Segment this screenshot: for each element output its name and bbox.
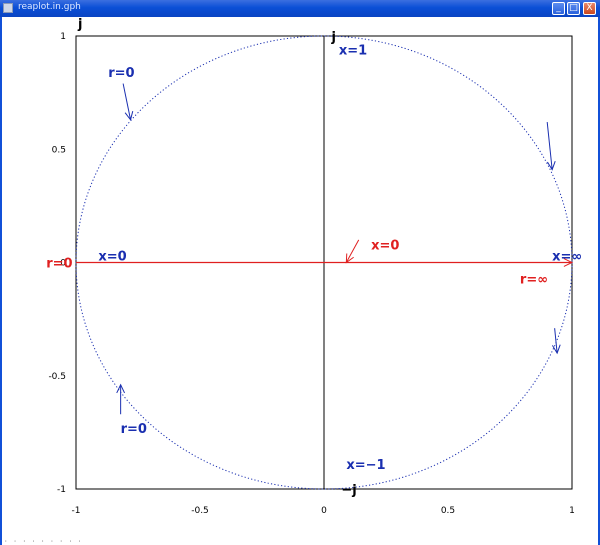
annotation-label: r=∞ (520, 272, 548, 287)
y-tick-label: -0.5 (48, 372, 66, 382)
annotation-label: r=0 (46, 257, 72, 272)
annotation-label: r=0 (108, 66, 134, 81)
annotation-arrow-line (345, 239, 360, 263)
x-tick-label: 0 (321, 506, 327, 516)
y-axis-label: j (77, 17, 82, 32)
annotation-label: x=∞ (552, 250, 582, 265)
status-bar-text: · · · · · · · · · (4, 538, 83, 545)
annotation-label: r=0 (121, 422, 147, 437)
annotation-label: j (330, 30, 335, 45)
annotation-label: −j (341, 483, 356, 498)
annotation-label: x=1 (339, 44, 367, 59)
x-tick-label: -0.5 (191, 506, 209, 516)
x-tick-label: 1 (569, 506, 575, 516)
annotation-label: x=0 (371, 238, 399, 253)
x-tick-label: 0.5 (441, 506, 455, 516)
annotation-label: x=−1 (346, 458, 385, 473)
annotation-label: x=0 (98, 250, 126, 265)
y-tick-label: 1 (60, 32, 66, 42)
y-tick-label: 0.5 (52, 145, 66, 155)
x-tick-label: -1 (72, 506, 81, 516)
y-tick-label: -1 (57, 485, 66, 495)
smith-chart-plot: -1 -0.5 0 0.5 110.50-0.5-1jjx=1−jx=−1x=0 x=∞r… (46, 17, 582, 516)
